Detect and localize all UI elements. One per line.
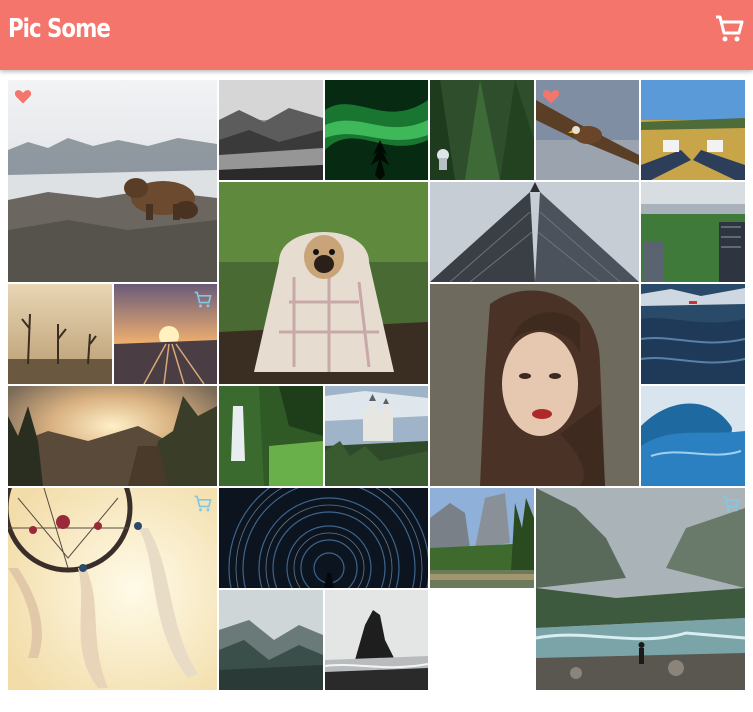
favorite-heart-icon[interactable] bbox=[541, 86, 561, 106]
app-header: Pic Some bbox=[0, 0, 753, 70]
photo-aurora[interactable] bbox=[325, 80, 428, 180]
photo-foggy-forest-image bbox=[219, 80, 323, 180]
photo-sea-stack-image bbox=[325, 590, 428, 690]
cart-icon[interactable] bbox=[721, 494, 741, 514]
photo-woman-portrait-image bbox=[430, 284, 639, 486]
photo-bear-image bbox=[8, 80, 217, 282]
photo-dead-trees[interactable] bbox=[8, 284, 112, 384]
photo-pug-blanket[interactable] bbox=[219, 182, 428, 384]
photo-star-trails[interactable] bbox=[219, 488, 428, 588]
favorite-heart-icon[interactable] bbox=[13, 86, 33, 106]
photo-river-mist[interactable] bbox=[536, 488, 745, 690]
photo-bear[interactable] bbox=[8, 80, 217, 282]
photo-skyscraper-image bbox=[430, 182, 639, 282]
photo-pine-forest-image bbox=[430, 80, 534, 180]
photo-star-trails-image bbox=[219, 488, 428, 588]
photo-ocean-boat-image bbox=[641, 284, 745, 384]
photo-city-park[interactable] bbox=[641, 182, 745, 282]
photo-misty-mountains-image bbox=[219, 590, 323, 690]
photo-sunset-valley-image bbox=[8, 386, 217, 486]
photo-gallery bbox=[0, 0, 753, 712]
photo-yosemite[interactable] bbox=[430, 488, 534, 588]
app-title[interactable]: Pic Some bbox=[8, 14, 111, 44]
empty-cell bbox=[430, 590, 534, 690]
photo-dreamcatcher[interactable] bbox=[8, 488, 217, 690]
photo-legs-field-image bbox=[641, 80, 745, 180]
photo-foggy-forest[interactable] bbox=[219, 80, 323, 180]
cart-icon[interactable] bbox=[714, 14, 744, 44]
photo-yosemite-image bbox=[430, 488, 534, 588]
photo-castle[interactable] bbox=[325, 386, 428, 486]
photo-wave[interactable] bbox=[641, 386, 745, 486]
photo-sea-stack[interactable] bbox=[325, 590, 428, 690]
photo-pine-forest[interactable] bbox=[430, 80, 534, 180]
photo-eagle[interactable] bbox=[536, 80, 639, 180]
photo-railway-sunset[interactable] bbox=[114, 284, 217, 384]
photo-waterfall-image bbox=[219, 386, 323, 486]
photo-river-mist-image bbox=[536, 488, 745, 690]
photo-dead-trees-image bbox=[8, 284, 112, 384]
photo-dreamcatcher-image bbox=[8, 488, 217, 690]
photo-legs-field[interactable] bbox=[641, 80, 745, 180]
photo-sunset-valley[interactable] bbox=[8, 386, 217, 486]
photo-waterfall[interactable] bbox=[219, 386, 323, 486]
photo-woman-portrait[interactable] bbox=[430, 284, 639, 486]
photo-wave-image bbox=[641, 386, 745, 486]
photo-castle-image bbox=[325, 386, 428, 486]
cart-icon[interactable] bbox=[193, 494, 213, 514]
photo-pug-blanket-image bbox=[219, 182, 428, 384]
photo-city-park-image bbox=[641, 182, 745, 282]
photo-aurora-image bbox=[325, 80, 428, 180]
photo-skyscraper[interactable] bbox=[430, 182, 639, 282]
photo-ocean-boat[interactable] bbox=[641, 284, 745, 384]
photo-misty-mountains[interactable] bbox=[219, 590, 323, 690]
cart-icon[interactable] bbox=[193, 290, 213, 310]
